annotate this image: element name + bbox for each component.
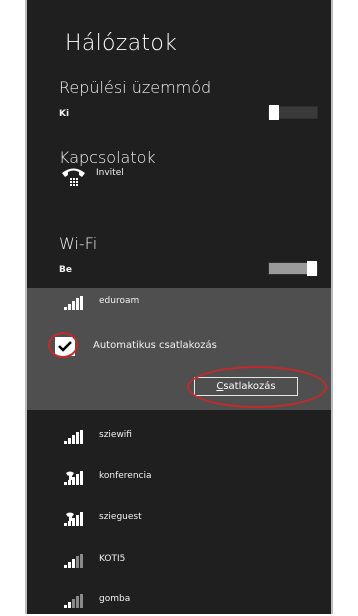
network-row[interactable]: gomba bbox=[27, 588, 331, 616]
network-row[interactable]: szieguest bbox=[27, 506, 331, 534]
network-name: gomba bbox=[99, 594, 131, 604]
toggle-fill bbox=[269, 263, 307, 274]
network-row[interactable]: KOTI5 bbox=[27, 548, 331, 576]
secured-wifi-icon bbox=[64, 471, 83, 485]
panel-title: Hálózatok bbox=[65, 31, 178, 56]
wifi-signal-icon bbox=[64, 296, 83, 310]
connection-name[interactable]: Invitel bbox=[96, 168, 124, 178]
network-row-selected[interactable]: eduroam bbox=[27, 290, 331, 318]
toggle-knob bbox=[269, 105, 279, 120]
wifi-toggle[interactable] bbox=[268, 261, 318, 276]
network-name: KOTI5 bbox=[99, 554, 126, 564]
networks-panel: Hálózatok Repülési üzemmód Ki Kapcsolato… bbox=[25, 0, 333, 614]
airplane-mode-title: Repülési üzemmód bbox=[59, 78, 212, 97]
network-name: szieguest bbox=[99, 512, 142, 522]
toggle-knob bbox=[307, 261, 317, 276]
network-name: konferencia bbox=[99, 471, 152, 481]
wifi-title: Wi-Fi bbox=[59, 234, 98, 253]
network-row[interactable]: konferencia bbox=[27, 465, 331, 493]
secured-wifi-icon bbox=[64, 512, 83, 526]
wifi-signal-icon bbox=[64, 430, 83, 444]
airplane-mode-toggle[interactable] bbox=[268, 105, 318, 120]
airplane-mode-state: Ki bbox=[59, 109, 70, 119]
wifi-signal-icon bbox=[64, 594, 83, 608]
auto-connect-label[interactable]: Automatikus csatlakozás bbox=[93, 340, 217, 351]
connect-button-highlight-ring bbox=[187, 366, 327, 408]
network-row[interactable]: sziewifi bbox=[27, 424, 331, 452]
wifi-signal-icon bbox=[64, 554, 83, 568]
network-name: sziewifi bbox=[99, 430, 132, 440]
phone-icon bbox=[62, 168, 85, 186]
network-name: eduroam bbox=[99, 296, 140, 306]
checkbox-highlight-ring bbox=[48, 332, 78, 358]
wifi-state: Be bbox=[59, 265, 72, 275]
